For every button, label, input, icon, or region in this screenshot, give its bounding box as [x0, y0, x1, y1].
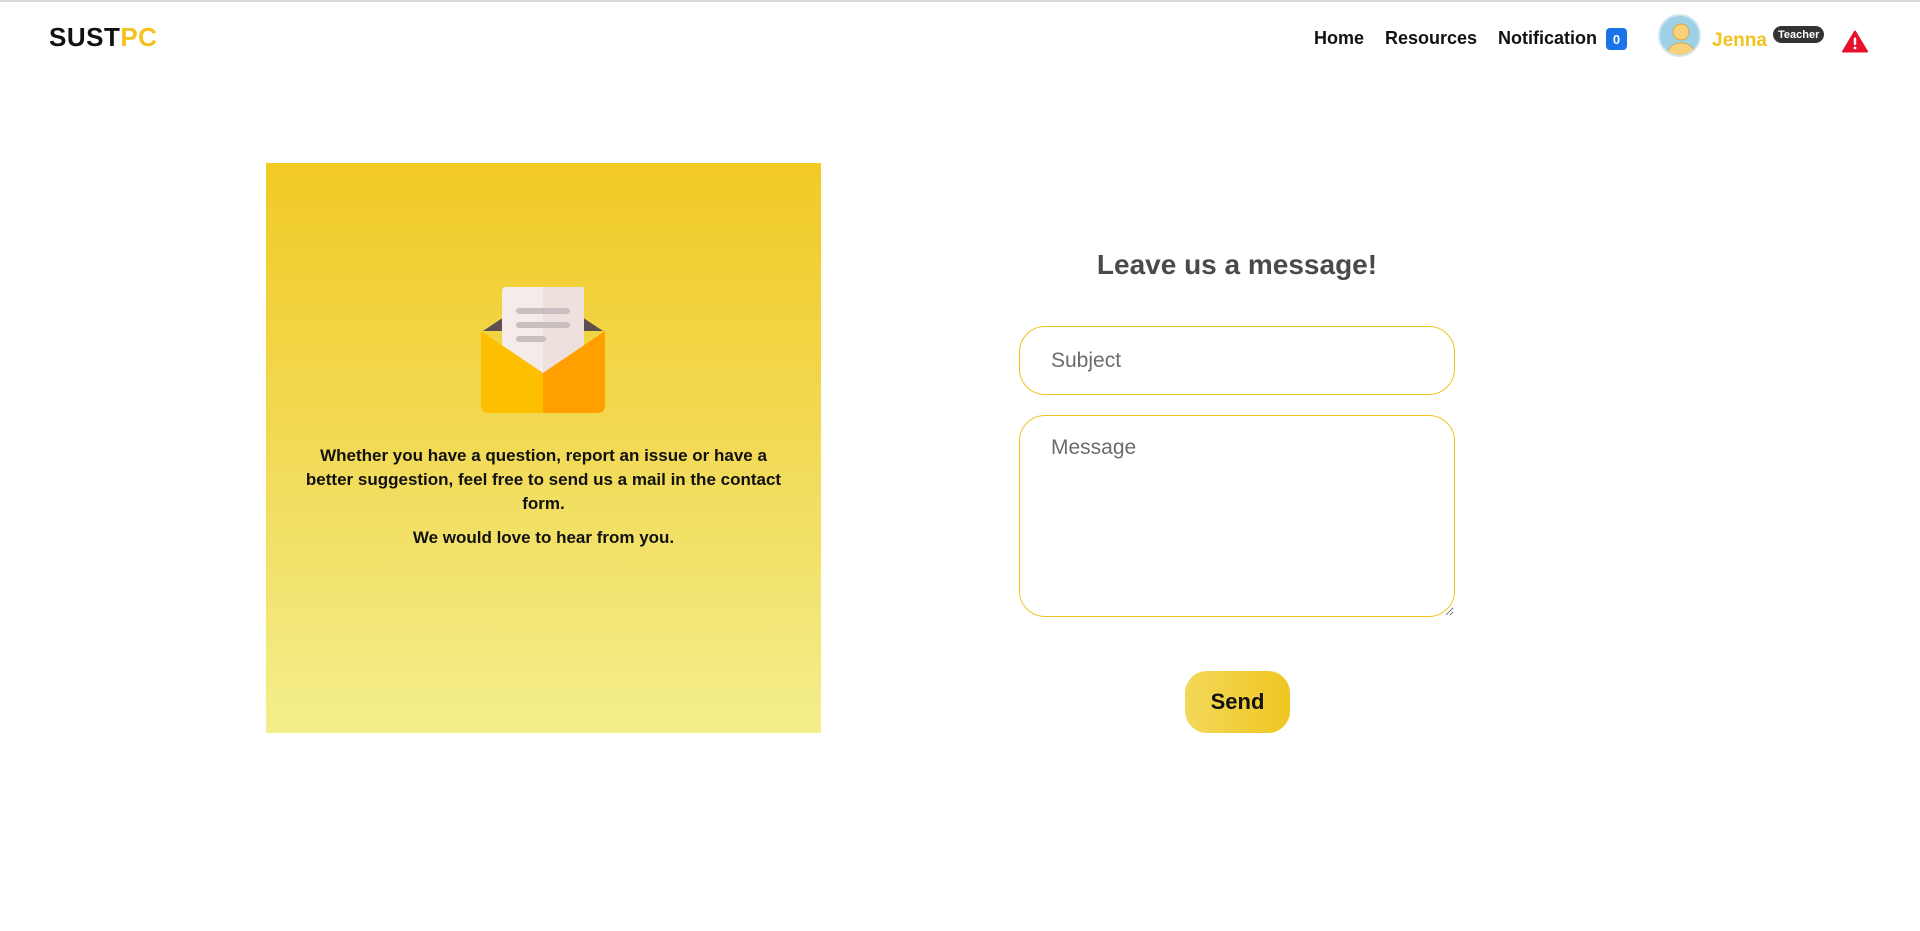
subject-input[interactable]: [1019, 326, 1455, 395]
warning-triangle-icon[interactable]: [1842, 30, 1868, 53]
info-text: Whether you have a question, report an i…: [296, 444, 791, 560]
avatar-graphic: [1660, 16, 1699, 55]
user-avatar-icon[interactable]: [1658, 14, 1701, 57]
form-title: Leave us a message!: [1096, 249, 1378, 281]
message-textarea[interactable]: [1019, 415, 1455, 617]
nav-resources-link[interactable]: Resources: [1385, 28, 1477, 49]
nav-notification-link[interactable]: Notification: [1498, 28, 1597, 49]
warning-triangle-graphic: [1842, 30, 1868, 53]
user-role-badge: Teacher: [1773, 26, 1825, 43]
brand-logo[interactable]: SUSTPC: [49, 22, 157, 53]
brand-logo-part2: PC: [120, 22, 158, 52]
nav-home-link[interactable]: Home: [1314, 28, 1364, 49]
notification-count-badge: 0: [1606, 28, 1627, 50]
info-paragraph-2: We would love to hear from you.: [412, 528, 675, 547]
brand-logo-part1: SUST: [49, 22, 121, 52]
info-paragraph-1: Whether you have a question, report an i…: [305, 446, 782, 513]
contact-info-card: Whether you have a question, report an i…: [266, 163, 821, 733]
envelope-letter-graphic: [481, 287, 605, 413]
user-name[interactable]: Jenna: [1712, 30, 1767, 52]
navbar: SUSTPC Home Resources Notification 0 Jen…: [0, 2, 1920, 76]
send-button[interactable]: Send: [1185, 671, 1290, 733]
envelope-letter-icon: [479, 287, 607, 413]
